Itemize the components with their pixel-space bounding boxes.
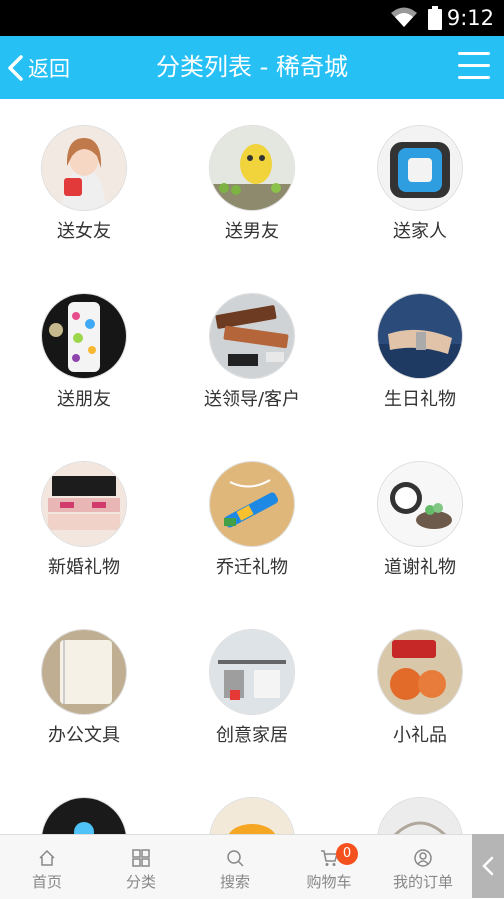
home-icon — [39, 849, 55, 866]
grid-icon — [132, 849, 150, 867]
category-thumbnail — [209, 797, 295, 834]
category-label: 办公文具 — [48, 725, 120, 746]
category-label: 生日礼物 — [384, 389, 456, 410]
cart-badge: 0 — [336, 843, 358, 865]
category-item[interactable]: 送朋友 — [0, 267, 168, 435]
category-thumbnail — [209, 125, 295, 211]
category-label: 乔迁礼物 — [216, 557, 288, 578]
category-thumbnail — [377, 461, 463, 547]
tab-label: 我的订单 — [392, 873, 453, 891]
category-item[interactable]: 送领导/客户 — [168, 267, 336, 435]
category-label: 送女友 — [57, 221, 111, 242]
tab-orders[interactable]: 我的订单 — [376, 835, 470, 899]
hamburger-icon[interactable] — [458, 52, 490, 82]
category-label: 小礼品 — [393, 725, 447, 746]
battery-icon — [428, 6, 442, 30]
tab-label: 购物车 — [306, 873, 352, 891]
clock: 9:12 — [446, 6, 494, 30]
category-thumbnail — [41, 461, 127, 547]
category-label: 新婚礼物 — [48, 557, 120, 578]
category-item[interactable]: 乔迁礼物 — [168, 435, 336, 603]
category-thumbnail — [377, 629, 463, 715]
category-thumbnail — [209, 629, 295, 715]
chevron-left-icon — [8, 54, 23, 81]
tab-home[interactable]: 首页 — [0, 835, 94, 899]
tab-label: 首页 — [31, 873, 62, 891]
tabbar-toggle[interactable] — [472, 834, 504, 898]
tab-search[interactable]: 搜索 — [188, 835, 282, 899]
category-item[interactable] — [0, 771, 168, 834]
wifi-icon — [391, 7, 417, 27]
bottom-tabbar: 首页 分类 搜索 0 购物车 我的订单 — [0, 834, 472, 899]
category-thumbnail — [209, 461, 295, 547]
category-item[interactable] — [168, 771, 336, 834]
category-item[interactable]: 送男友 — [168, 99, 336, 267]
category-thumbnail — [377, 125, 463, 211]
category-thumbnail — [41, 293, 127, 379]
back-label: 返回 — [28, 56, 70, 81]
user-icon — [414, 849, 432, 867]
chevron-left-icon — [482, 856, 494, 876]
tab-label: 分类 — [125, 873, 156, 891]
category-item[interactable]: 道谢礼物 — [336, 435, 504, 603]
category-item[interactable]: 送家人 — [336, 99, 504, 267]
tab-label: 搜索 — [219, 873, 250, 891]
page-title: 分类列表 - 稀奇城 — [156, 53, 348, 81]
category-item[interactable]: 生日礼物 — [336, 267, 504, 435]
category-label: 道谢礼物 — [384, 557, 456, 578]
category-label: 送朋友 — [57, 389, 111, 410]
app-header: 返回 分类列表 - 稀奇城 — [0, 36, 504, 99]
category-label: 创意家居 — [216, 725, 288, 746]
category-label: 送领导/客户 — [203, 389, 301, 410]
category-item[interactable]: 送女友 — [0, 99, 168, 267]
category-thumbnail — [41, 797, 127, 834]
category-thumbnail — [41, 125, 127, 211]
category-item[interactable]: 创意家居 — [168, 603, 336, 771]
category-thumbnail — [377, 797, 463, 834]
category-thumbnail — [209, 293, 295, 379]
category-label: 送家人 — [393, 221, 447, 242]
tab-category[interactable]: 分类 — [94, 835, 188, 899]
category-label: 送男友 — [225, 221, 279, 242]
status-bar: 9:12 — [0, 0, 504, 36]
category-item[interactable]: 新婚礼物 — [0, 435, 168, 603]
category-item[interactable]: 办公文具 — [0, 603, 168, 771]
tab-cart[interactable]: 0 购物车 — [282, 835, 376, 899]
back-button[interactable]: 返回 — [6, 36, 70, 99]
category-item[interactable] — [336, 771, 504, 834]
category-thumbnail — [41, 629, 127, 715]
category-grid: 送女友 送男友 送家人 送朋友 送领导/客户 生日礼物 新婚礼物 乔迁礼物 道谢… — [0, 99, 504, 834]
category-item[interactable]: 小礼品 — [336, 603, 504, 771]
search-icon — [227, 850, 244, 867]
category-thumbnail — [377, 293, 463, 379]
